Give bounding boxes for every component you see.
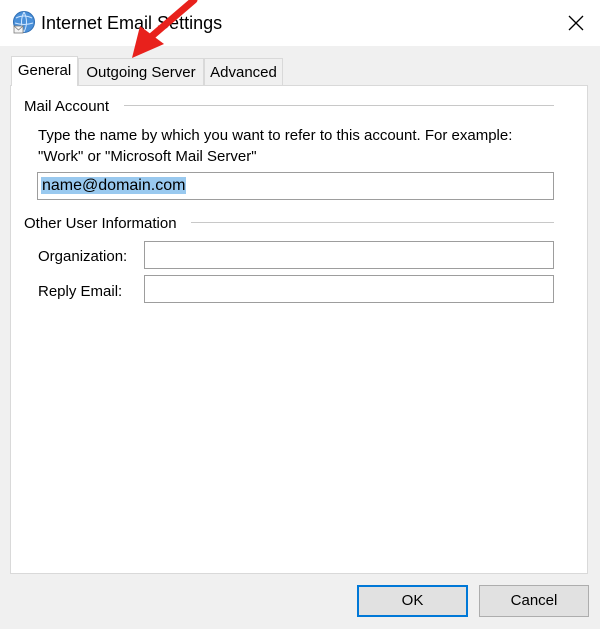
other-user-info-group-label: Other User Information [24,215,177,232]
description-line-1: Type the name by which you want to refer… [38,127,513,144]
organization-label: Organization: [38,248,128,265]
tab-advanced[interactable]: Advanced [204,58,283,85]
close-button[interactable] [552,0,600,46]
other-user-info-divider [191,222,554,223]
reply-email-input[interactable] [144,275,554,303]
mail-account-divider [124,105,554,106]
tab-outgoing-server[interactable]: Outgoing Server [78,58,204,85]
title-bar: Internet Email Settings [0,0,600,46]
account-name-value: name@domain.com [41,177,187,194]
mail-account-group-label: Mail Account [24,98,110,115]
account-name-input[interactable]: name@domain.com [37,172,554,200]
description-line-2: "Work" or "Microsoft Mail Server" [38,148,257,165]
ok-button[interactable]: OK [357,585,468,617]
organization-input[interactable] [144,241,554,269]
red-arrow-annotation [132,0,198,58]
general-tab-panel: Mail Account Type the name by which you … [10,85,588,574]
reply-email-label: Reply Email: [38,283,123,300]
close-icon [568,15,584,31]
account-name-description: Type the name by which you want to refer… [38,125,558,167]
cancel-button[interactable]: Cancel [479,585,589,617]
tab-general[interactable]: General [11,56,78,86]
internet-globe-icon [11,9,37,35]
